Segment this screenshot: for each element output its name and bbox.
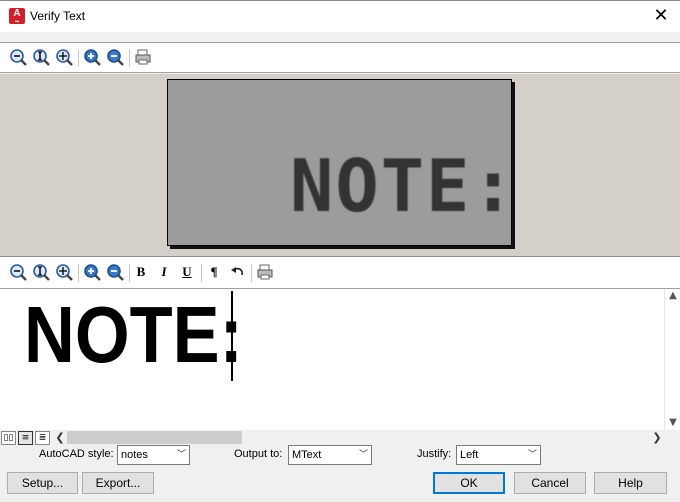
- title-bar: A ▬ Verify Text ✕: [0, 0, 680, 32]
- zoom-in-icon[interactable]: [82, 47, 102, 67]
- zoom-in-icon[interactable]: [82, 262, 102, 282]
- text-toolbar: B I U ¶: [0, 256, 680, 289]
- image-preview-pane: NOTE:: [0, 74, 680, 256]
- toolbar-separator: [129, 264, 130, 282]
- print-icon[interactable]: [133, 47, 153, 67]
- setup-button[interactable]: Setup...: [7, 472, 78, 494]
- output-to-label: Output to:: [234, 448, 283, 460]
- text-caret: [231, 291, 233, 381]
- zoom-out-icon[interactable]: [8, 262, 28, 282]
- italic-button[interactable]: I: [155, 263, 173, 281]
- chevron-down-icon: ﹀: [527, 450, 537, 460]
- underline-button[interactable]: U: [178, 263, 196, 281]
- undo-icon[interactable]: [228, 262, 248, 282]
- cancel-button[interactable]: Cancel: [514, 472, 586, 494]
- scroll-down-icon[interactable]: ▼: [665, 416, 680, 430]
- vertical-scrollbar[interactable]: ▲ ▼: [664, 289, 680, 430]
- output-to-select[interactable]: MText ﹀: [288, 445, 372, 465]
- justify-select[interactable]: Left ﹀: [456, 445, 541, 465]
- toolbar-separator: [78, 49, 79, 67]
- toolbar-separator: [251, 264, 252, 282]
- paragraph-button[interactable]: ¶: [205, 263, 223, 281]
- zoom-fit-all-icon[interactable]: [54, 262, 74, 282]
- window-title: Verify Text: [30, 9, 86, 23]
- horizontal-scroll-thumb[interactable]: [67, 431, 242, 444]
- close-icon[interactable]: ✕: [650, 5, 672, 27]
- editor-text[interactable]: NOTE:: [24, 289, 243, 381]
- zoom-fit-height-icon[interactable]: [31, 262, 51, 282]
- view-mode-text-button[interactable]: ≡: [18, 431, 33, 445]
- autocad-style-value: notes: [121, 449, 148, 461]
- scroll-left-icon[interactable]: ❮: [52, 431, 68, 445]
- zoom-out-blue-icon[interactable]: [105, 262, 125, 282]
- autocad-style-label: AutoCAD style:: [39, 448, 114, 460]
- toolbar-separator: [201, 264, 202, 282]
- chevron-down-icon: ﹀: [358, 450, 368, 460]
- toolbar-separator: [129, 49, 130, 67]
- toolbar-separator: [78, 264, 79, 282]
- image-toolbar: [0, 42, 680, 73]
- bold-button[interactable]: B: [132, 263, 150, 281]
- scroll-up-icon[interactable]: ▲: [665, 289, 680, 303]
- zoom-fit-all-icon[interactable]: [54, 47, 74, 67]
- scroll-right-icon[interactable]: ❯: [649, 431, 665, 445]
- help-button[interactable]: Help: [594, 472, 667, 494]
- view-mode-split-button[interactable]: ▯▯: [1, 431, 16, 445]
- ok-button[interactable]: OK: [433, 472, 505, 494]
- zoom-fit-height-icon[interactable]: [31, 47, 51, 67]
- export-button[interactable]: Export...: [82, 472, 154, 494]
- scanned-text: NOTE:: [290, 144, 512, 228]
- zoom-out-icon[interactable]: [8, 47, 28, 67]
- view-mode-list-button[interactable]: ≣: [35, 431, 50, 445]
- justify-label: Justify:: [417, 448, 452, 460]
- autocad-app-icon: A ▬: [9, 8, 25, 24]
- chevron-down-icon: ﹀: [176, 450, 186, 460]
- scanned-text-image: NOTE:: [167, 79, 512, 246]
- autocad-style-select[interactable]: notes ﹀: [117, 445, 190, 465]
- justify-value: Left: [460, 449, 479, 461]
- print-icon[interactable]: [255, 262, 275, 282]
- text-editor[interactable]: NOTE:: [0, 289, 664, 430]
- output-to-value: MText: [292, 449, 322, 461]
- zoom-out-blue-icon[interactable]: [105, 47, 125, 67]
